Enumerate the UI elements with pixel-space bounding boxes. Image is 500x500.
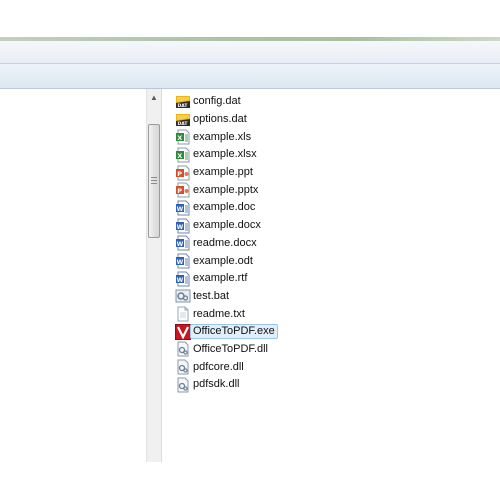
file-item[interactable]: DAT config.dat (175, 93, 278, 111)
file-list-pane: DAT config.dat DAT options.dat Xexample.xls X… (163, 89, 500, 462)
column-header-bar (0, 64, 500, 89)
file-name: pdfsdk.dll (193, 378, 240, 391)
svg-text:DAT: DAT (178, 121, 189, 127)
explorer-toolbar (0, 41, 500, 64)
svg-text:DAT: DAT (178, 103, 189, 109)
officetopdf-app-icon (175, 323, 191, 340)
file-item[interactable]: Wexample.doc (175, 199, 278, 217)
svg-text:W: W (177, 259, 184, 266)
file-list: DAT config.dat DAT options.dat Xexample.xls X… (175, 93, 278, 394)
dll-file-icon (175, 341, 191, 357)
file-item[interactable]: test.bat (175, 288, 278, 306)
svg-text:X: X (177, 152, 182, 160)
file-name: config.dat (193, 95, 241, 108)
file-name: example.rtf (193, 272, 248, 285)
word-file-icon: W (175, 200, 191, 216)
file-name: example.pptx (193, 183, 259, 196)
window-top-area (0, 0, 500, 37)
file-item[interactable]: Wexample.odt (175, 252, 278, 270)
navigation-pane[interactable] (0, 89, 146, 462)
file-item[interactable]: Xexample.xls (175, 128, 278, 146)
scroll-up-arrow-icon[interactable]: ▲ (147, 91, 161, 105)
svg-text:P: P (177, 169, 182, 177)
file-name: readme.txt (193, 307, 245, 320)
file-item[interactable]: pdfsdk.dll (175, 376, 278, 394)
file-name: pdfcore.dll (193, 360, 244, 373)
file-item[interactable]: Wexample.docx (175, 217, 278, 235)
file-name: test.bat (193, 289, 230, 302)
powerpoint-file-icon: P (175, 182, 191, 198)
file-name: example.xlsx (193, 148, 257, 161)
file-item[interactable]: Xexample.xlsx (175, 146, 278, 164)
file-name: readme.docx (193, 236, 257, 249)
file-name: OfficeToPDF.exe (190, 324, 278, 340)
file-name: example.docx (193, 219, 261, 232)
dll-file-icon (175, 359, 191, 375)
svg-text:X: X (177, 134, 182, 142)
excel-file-icon: X (175, 147, 191, 163)
svg-text:W: W (177, 241, 184, 248)
thumb-grip-icon (151, 177, 157, 184)
word-file-icon: W (175, 218, 191, 234)
file-name: options.dat (193, 113, 247, 126)
word-file-icon: W (175, 253, 191, 269)
navigation-scrollbar[interactable]: ▲ (146, 89, 162, 462)
file-item[interactable]: Pexample.ppt (175, 164, 278, 182)
dat-file-icon: DAT (175, 112, 191, 128)
dat-file-icon: DAT (175, 94, 191, 110)
word-file-icon: W (175, 271, 191, 287)
file-item[interactable]: readme.txt (175, 305, 278, 323)
file-item[interactable]: Pexample.pptx (175, 181, 278, 199)
file-item[interactable]: Wreadme.docx (175, 235, 278, 253)
word-file-icon: W (175, 235, 191, 251)
file-item[interactable]: OfficeToPDF.exe (175, 323, 278, 341)
excel-file-icon: X (175, 129, 191, 145)
svg-text:W: W (177, 206, 184, 213)
file-item[interactable]: pdfcore.dll (175, 358, 278, 376)
window-bottom-area (0, 462, 500, 500)
file-item[interactable]: OfficeToPDF.dll (175, 341, 278, 359)
file-name: example.xls (193, 130, 252, 143)
batch-file-icon (175, 288, 191, 304)
scrollbar-thumb[interactable] (148, 124, 160, 238)
dll-file-icon (175, 377, 191, 393)
file-name: OfficeToPDF.dll (193, 342, 268, 355)
file-name: example.doc (193, 201, 256, 214)
file-item[interactable]: DAT options.dat (175, 111, 278, 129)
file-name: example.odt (193, 254, 253, 267)
svg-text:W: W (177, 223, 184, 230)
text-file-icon (175, 306, 191, 322)
powerpoint-file-icon: P (175, 165, 191, 181)
file-item[interactable]: Wexample.rtf (175, 270, 278, 288)
svg-text:P: P (177, 187, 182, 195)
svg-text:W: W (177, 277, 184, 284)
file-name: example.ppt (193, 166, 253, 179)
